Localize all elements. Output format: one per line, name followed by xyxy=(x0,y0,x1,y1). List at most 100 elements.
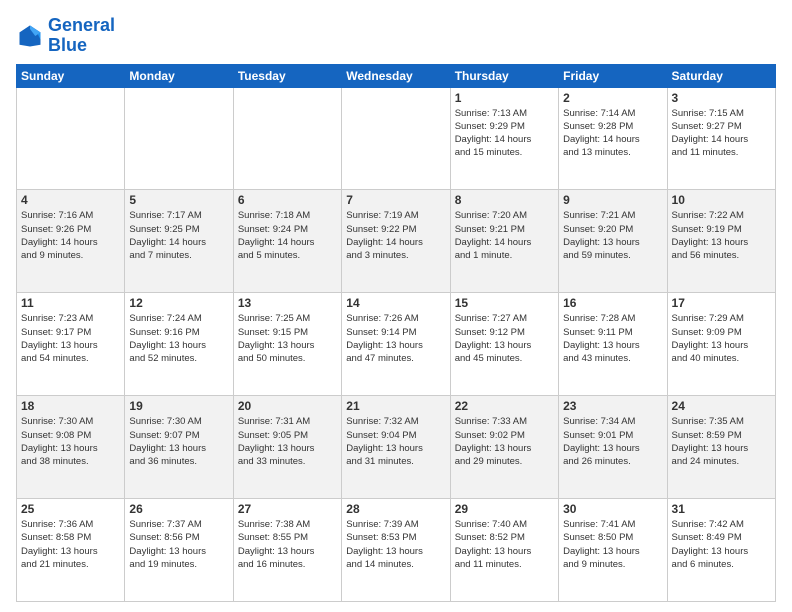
day-number: 7 xyxy=(346,193,445,207)
cell-2-3: 6Sunrise: 7:18 AM Sunset: 9:24 PM Daylig… xyxy=(233,190,341,293)
day-number: 22 xyxy=(455,399,554,413)
day-number: 18 xyxy=(21,399,120,413)
cell-1-4 xyxy=(342,87,450,190)
day-number: 12 xyxy=(129,296,228,310)
day-info: Sunrise: 7:41 AM Sunset: 8:50 PM Dayligh… xyxy=(563,518,662,571)
day-number: 10 xyxy=(672,193,771,207)
cell-5-7: 31 Sunrise: 7:42 AM Sunset: 8:49 PM Dayli… xyxy=(667,499,775,602)
cell-3-7: 17 Sunrise: 7:29 AM Sunset: 9:09 PM Dayli… xyxy=(667,293,775,396)
day-number: 1 xyxy=(455,91,554,105)
logo-text: GeneralBlue xyxy=(48,16,115,56)
day-number: 11 xyxy=(21,296,120,310)
day-info: Sunrise: 7:29 AM Sunset: 9:09 PM Dayligh… xyxy=(672,312,771,365)
cell-3-6: 16 Sunrise: 7:28 AM Sunset: 9:11 PM Dayli… xyxy=(559,293,667,396)
day-number: 14 xyxy=(346,296,445,310)
header-saturday: Saturday xyxy=(667,64,775,87)
header-friday: Friday xyxy=(559,64,667,87)
day-info: Sunrise: 7:37 AM Sunset: 8:56 PM Dayligh… xyxy=(129,518,228,571)
day-info: Sunrise: 7:32 AM Sunset: 9:04 PM Dayligh… xyxy=(346,415,445,468)
day-number: 16 xyxy=(563,296,662,310)
cell-4-4: 21 Sunrise: 7:32 AM Sunset: 9:04 PM Dayli… xyxy=(342,396,450,499)
day-number: 24 xyxy=(672,399,771,413)
day-number: 3 xyxy=(672,91,771,105)
day-number: 17 xyxy=(672,296,771,310)
day-info: Sunrise: 7:24 AM Sunset: 9:16 PM Dayligh… xyxy=(129,312,228,365)
day-info: Sunrise: 7:31 AM Sunset: 9:05 PM Dayligh… xyxy=(238,415,337,468)
day-number: 2 xyxy=(563,91,662,105)
header-monday: Monday xyxy=(125,64,233,87)
week-row-1: 1 Sunrise: 7:13 AM Sunset: 9:29 PM Daylig… xyxy=(17,87,776,190)
day-number: 25 xyxy=(21,502,120,516)
day-info: Sunrise: 7:15 AM Sunset: 9:27 PM Dayligh… xyxy=(672,107,771,160)
cell-2-1: 4 Sunrise: 7:16 AM Sunset: 9:26 PM Daylig… xyxy=(17,190,125,293)
week-row-4: 18 Sunrise: 7:30 AM Sunset: 9:08 PM Dayli… xyxy=(17,396,776,499)
day-info: Sunrise: 7:23 AM Sunset: 9:17 PM Dayligh… xyxy=(21,312,120,365)
cell-2-4: 7Sunrise: 7:19 AM Sunset: 9:22 PM Daylig… xyxy=(342,190,450,293)
logo-icon xyxy=(16,22,44,50)
cell-4-7: 24 Sunrise: 7:35 AM Sunset: 8:59 PM Dayli… xyxy=(667,396,775,499)
cell-5-4: 28 Sunrise: 7:39 AM Sunset: 8:53 PM Dayli… xyxy=(342,499,450,602)
day-info: Sunrise: 7:42 AM Sunset: 8:49 PM Dayligh… xyxy=(672,518,771,571)
day-number: 15 xyxy=(455,296,554,310)
day-info: Sunrise: 7:16 AM Sunset: 9:26 PM Dayligh… xyxy=(21,209,120,262)
day-number: 5 xyxy=(129,193,228,207)
cell-5-1: 25Sunrise: 7:36 AM Sunset: 8:58 PM Dayli… xyxy=(17,499,125,602)
day-number: 30 xyxy=(563,502,662,516)
day-info: Sunrise: 7:26 AM Sunset: 9:14 PM Dayligh… xyxy=(346,312,445,365)
logo: GeneralBlue xyxy=(16,16,115,56)
cell-5-3: 27 Sunrise: 7:38 AM Sunset: 8:55 PM Dayli… xyxy=(233,499,341,602)
day-number: 31 xyxy=(672,502,771,516)
cell-3-4: 14 Sunrise: 7:26 AM Sunset: 9:14 PM Dayli… xyxy=(342,293,450,396)
day-info: Sunrise: 7:35 AM Sunset: 8:59 PM Dayligh… xyxy=(672,415,771,468)
header-sunday: Sunday xyxy=(17,64,125,87)
day-info: Sunrise: 7:13 AM Sunset: 9:29 PM Dayligh… xyxy=(455,107,554,160)
day-info: Sunrise: 7:27 AM Sunset: 9:12 PM Dayligh… xyxy=(455,312,554,365)
cell-2-5: 8 Sunrise: 7:20 AM Sunset: 9:21 PM Daylig… xyxy=(450,190,558,293)
day-info: Sunrise: 7:28 AM Sunset: 9:11 PM Dayligh… xyxy=(563,312,662,365)
day-number: 28 xyxy=(346,502,445,516)
day-info: Sunrise: 7:38 AM Sunset: 8:55 PM Dayligh… xyxy=(238,518,337,571)
day-info: Sunrise: 7:40 AM Sunset: 8:52 PM Dayligh… xyxy=(455,518,554,571)
calendar-table: SundayMondayTuesdayWednesdayThursdayFrid… xyxy=(16,64,776,602)
cell-3-5: 15 Sunrise: 7:27 AM Sunset: 9:12 PM Dayli… xyxy=(450,293,558,396)
week-row-5: 25Sunrise: 7:36 AM Sunset: 8:58 PM Dayli… xyxy=(17,499,776,602)
day-info: Sunrise: 7:22 AM Sunset: 9:19 PM Dayligh… xyxy=(672,209,771,262)
day-number: 19 xyxy=(129,399,228,413)
day-number: 23 xyxy=(563,399,662,413)
day-info: Sunrise: 7:39 AM Sunset: 8:53 PM Dayligh… xyxy=(346,518,445,571)
day-number: 29 xyxy=(455,502,554,516)
page: GeneralBlue SundayMondayTuesdayWednesday… xyxy=(0,0,792,612)
day-info: Sunrise: 7:17 AM Sunset: 9:25 PM Dayligh… xyxy=(129,209,228,262)
day-info: Sunrise: 7:30 AM Sunset: 9:08 PM Dayligh… xyxy=(21,415,120,468)
day-number: 26 xyxy=(129,502,228,516)
day-info: Sunrise: 7:25 AM Sunset: 9:15 PM Dayligh… xyxy=(238,312,337,365)
cell-5-6: 30 Sunrise: 7:41 AM Sunset: 8:50 PM Dayli… xyxy=(559,499,667,602)
day-number: 27 xyxy=(238,502,337,516)
day-info: Sunrise: 7:30 AM Sunset: 9:07 PM Dayligh… xyxy=(129,415,228,468)
cell-3-3: 13 Sunrise: 7:25 AM Sunset: 9:15 PM Dayli… xyxy=(233,293,341,396)
cell-5-5: 29 Sunrise: 7:40 AM Sunset: 8:52 PM Dayli… xyxy=(450,499,558,602)
cell-4-6: 23 Sunrise: 7:34 AM Sunset: 9:01 PM Dayli… xyxy=(559,396,667,499)
cell-4-3: 20 Sunrise: 7:31 AM Sunset: 9:05 PM Dayli… xyxy=(233,396,341,499)
week-row-3: 11 Sunrise: 7:23 AM Sunset: 9:17 PM Dayli… xyxy=(17,293,776,396)
cell-1-5: 1 Sunrise: 7:13 AM Sunset: 9:29 PM Daylig… xyxy=(450,87,558,190)
header-wednesday: Wednesday xyxy=(342,64,450,87)
cell-1-2 xyxy=(125,87,233,190)
day-number: 21 xyxy=(346,399,445,413)
day-info: Sunrise: 7:18 AM Sunset: 9:24 PM Dayligh… xyxy=(238,209,337,262)
cell-1-1 xyxy=(17,87,125,190)
day-number: 13 xyxy=(238,296,337,310)
cell-2-6: 9Sunrise: 7:21 AM Sunset: 9:20 PM Daylig… xyxy=(559,190,667,293)
cell-5-2: 26 Sunrise: 7:37 AM Sunset: 8:56 PM Dayli… xyxy=(125,499,233,602)
calendar-header-row: SundayMondayTuesdayWednesdayThursdayFrid… xyxy=(17,64,776,87)
day-number: 20 xyxy=(238,399,337,413)
header: GeneralBlue xyxy=(16,16,776,56)
cell-3-2: 12 Sunrise: 7:24 AM Sunset: 9:16 PM Dayli… xyxy=(125,293,233,396)
cell-1-6: 2Sunrise: 7:14 AM Sunset: 9:28 PM Daylig… xyxy=(559,87,667,190)
day-info: Sunrise: 7:34 AM Sunset: 9:01 PM Dayligh… xyxy=(563,415,662,468)
day-info: Sunrise: 7:20 AM Sunset: 9:21 PM Dayligh… xyxy=(455,209,554,262)
cell-4-2: 19 Sunrise: 7:30 AM Sunset: 9:07 PM Dayli… xyxy=(125,396,233,499)
day-number: 8 xyxy=(455,193,554,207)
day-number: 4 xyxy=(21,193,120,207)
day-info: Sunrise: 7:33 AM Sunset: 9:02 PM Dayligh… xyxy=(455,415,554,468)
